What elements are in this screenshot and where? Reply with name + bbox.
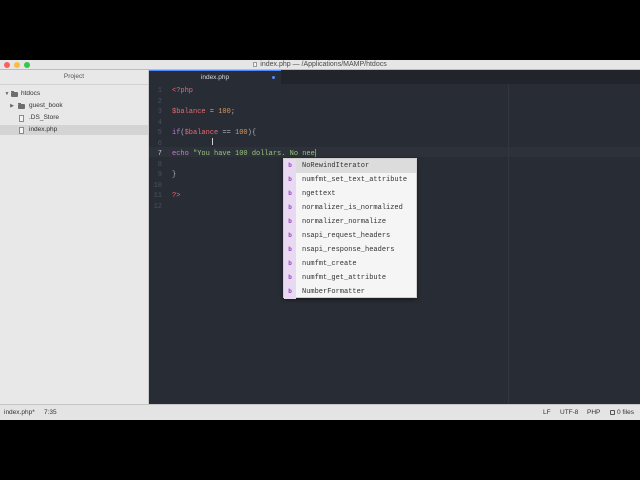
status-bar: index.php* 7:35 LF UTF-8 PHP 0 files xyxy=(0,404,640,420)
tree-label: htdocs xyxy=(21,90,41,97)
autocomplete-item-label: normalizer_is_normalized xyxy=(302,204,403,212)
file-status-icon xyxy=(610,409,615,415)
tab-index-php[interactable]: index.php xyxy=(149,70,281,84)
code-token: 100 xyxy=(235,129,248,137)
status-cursor-position[interactable]: 7:35 xyxy=(44,405,57,420)
autocomplete-item[interactable]: b numfmt_set_text_attribute xyxy=(284,173,416,187)
suggestion-type-icon: b xyxy=(284,159,296,173)
code-token: = xyxy=(205,108,219,116)
folder-icon xyxy=(11,91,18,97)
suggestion-type-icon: b xyxy=(284,201,296,215)
status-git-files[interactable]: 0 files xyxy=(610,405,634,420)
tab-bar: index.php xyxy=(149,70,640,84)
text-caret xyxy=(314,149,316,158)
editor-window: index.php — /Applications/MAMP/htdocs Pr… xyxy=(0,60,640,420)
file-icon xyxy=(19,115,24,122)
tree-root-htdocs[interactable]: ▼ htdocs xyxy=(0,89,148,99)
autocomplete-item[interactable]: b nsapi_response_headers xyxy=(284,243,416,257)
autocomplete-item-label: numfmt_create xyxy=(302,260,357,268)
status-files-label: 0 files xyxy=(617,409,634,416)
code-token: echo xyxy=(172,150,189,158)
line-number: 8 xyxy=(157,160,162,169)
code-token: ; xyxy=(230,108,236,116)
code-token: == xyxy=(218,129,236,137)
text-cursor-icon xyxy=(212,138,213,145)
file-icon xyxy=(19,127,24,134)
autocomplete-item[interactable]: b numfmt_create xyxy=(284,257,416,271)
sidebar-header: Project xyxy=(0,70,148,85)
status-grammar[interactable]: PHP xyxy=(587,405,600,420)
autocomplete-item-label: NoRewindIterator xyxy=(302,162,370,170)
autocomplete-item-label: normalizer_normalize xyxy=(302,218,387,226)
autocomplete-item-label: nsapi_request_headers xyxy=(302,232,391,240)
suggestion-type-icon: b xyxy=(284,173,296,187)
autocomplete-item[interactable]: b normalizer_is_normalized xyxy=(284,201,416,215)
suggestion-type-icon: b xyxy=(284,215,296,229)
suggestion-type-icon: b xyxy=(284,187,296,201)
window-title: index.php — /Applications/MAMP/htdocs xyxy=(260,61,387,68)
autocomplete-popup[interactable]: b NoRewindIterator b numfmt_set_text_attrib… xyxy=(283,158,417,299)
autocomplete-item[interactable]: b NoRewindIterator xyxy=(284,159,416,173)
code-token: $balance xyxy=(172,108,206,116)
code-token: "You have 100 dollars. No nee xyxy=(193,150,315,158)
code-line[interactable]: ?> xyxy=(172,191,180,201)
line-number: 12 xyxy=(153,202,162,211)
line-number: 7 xyxy=(157,150,162,158)
folder-icon xyxy=(18,103,25,109)
suggestion-type-icon: b xyxy=(284,229,296,243)
suggestion-type-icon: b xyxy=(284,271,296,285)
code-editor[interactable]: 1 2 3 4 5 6 7 8 9 10 11 12 <?php $balance = 100; if($… xyxy=(149,84,640,404)
tree-item-guest-book[interactable]: ▶ guest_book xyxy=(0,101,148,111)
code-line[interactable]: <?php xyxy=(172,86,193,96)
code-token: <?php xyxy=(172,87,194,95)
code-token: 100 xyxy=(218,108,231,116)
code-token: $balance xyxy=(184,129,219,137)
chevron-right-icon: ▶ xyxy=(10,103,14,109)
suggestion-type-icon: b xyxy=(284,257,296,271)
autocomplete-item-label: NumberFormatter xyxy=(302,288,366,296)
line-number: 11 xyxy=(153,192,162,200)
autocomplete-item-label: numfmt_set_text_attribute xyxy=(302,176,408,184)
autocomplete-item[interactable]: b normalizer_normalize xyxy=(284,215,416,229)
code-token: } xyxy=(172,171,177,179)
tree-label: index.php xyxy=(29,126,58,133)
project-sidebar: Project ▼ htdocs ▶ guest_book .DS_Store … xyxy=(0,70,149,404)
line-number: 9 xyxy=(157,171,162,179)
line-number: 1 xyxy=(157,87,162,95)
autocomplete-item[interactable]: b ngettext xyxy=(284,187,416,201)
chevron-down-icon: ▼ xyxy=(4,91,10,97)
code-line[interactable]: $balance = 100; xyxy=(172,107,235,117)
tree-item-index-php[interactable]: index.php xyxy=(0,125,148,135)
status-encoding[interactable]: UTF-8 xyxy=(560,405,578,420)
autocomplete-item[interactable]: b NumberFormatter xyxy=(284,285,416,299)
title-bar: index.php — /Applications/MAMP/htdocs xyxy=(0,60,640,70)
code-line[interactable]: if($balance == 100){ xyxy=(172,128,256,138)
suggestion-type-icon: b xyxy=(284,243,296,257)
line-number: 3 xyxy=(157,108,162,116)
line-number: 6 xyxy=(157,139,162,148)
tab-label: index.php xyxy=(200,74,230,81)
line-number: 4 xyxy=(157,118,162,127)
autocomplete-item-label: numfmt_get_attribute xyxy=(302,274,387,282)
tree-item-ds-store[interactable]: .DS_Store xyxy=(0,113,148,123)
autocomplete-item[interactable]: b nsapi_request_headers xyxy=(284,229,416,243)
autocomplete-item-label: ngettext xyxy=(302,190,336,198)
code-line[interactable]: } xyxy=(172,170,176,180)
line-number: 5 xyxy=(157,129,162,137)
line-number: 2 xyxy=(157,97,162,106)
line-number: 10 xyxy=(153,181,162,190)
autocomplete-item-label: nsapi_response_headers xyxy=(302,246,395,254)
autocomplete-item[interactable]: b numfmt_get_attribute xyxy=(284,271,416,285)
modified-dot-icon[interactable] xyxy=(272,76,275,79)
wrap-guide xyxy=(508,84,509,404)
status-line-ending[interactable]: LF xyxy=(543,405,551,420)
tree-label: .DS_Store xyxy=(29,114,59,121)
tree-label: guest_book xyxy=(29,102,63,109)
status-file-name[interactable]: index.php* xyxy=(4,405,35,420)
document-icon xyxy=(253,61,258,67)
suggestion-type-icon: b xyxy=(284,285,296,299)
code-token: ){ xyxy=(247,129,257,137)
code-token: ?> xyxy=(172,192,181,200)
